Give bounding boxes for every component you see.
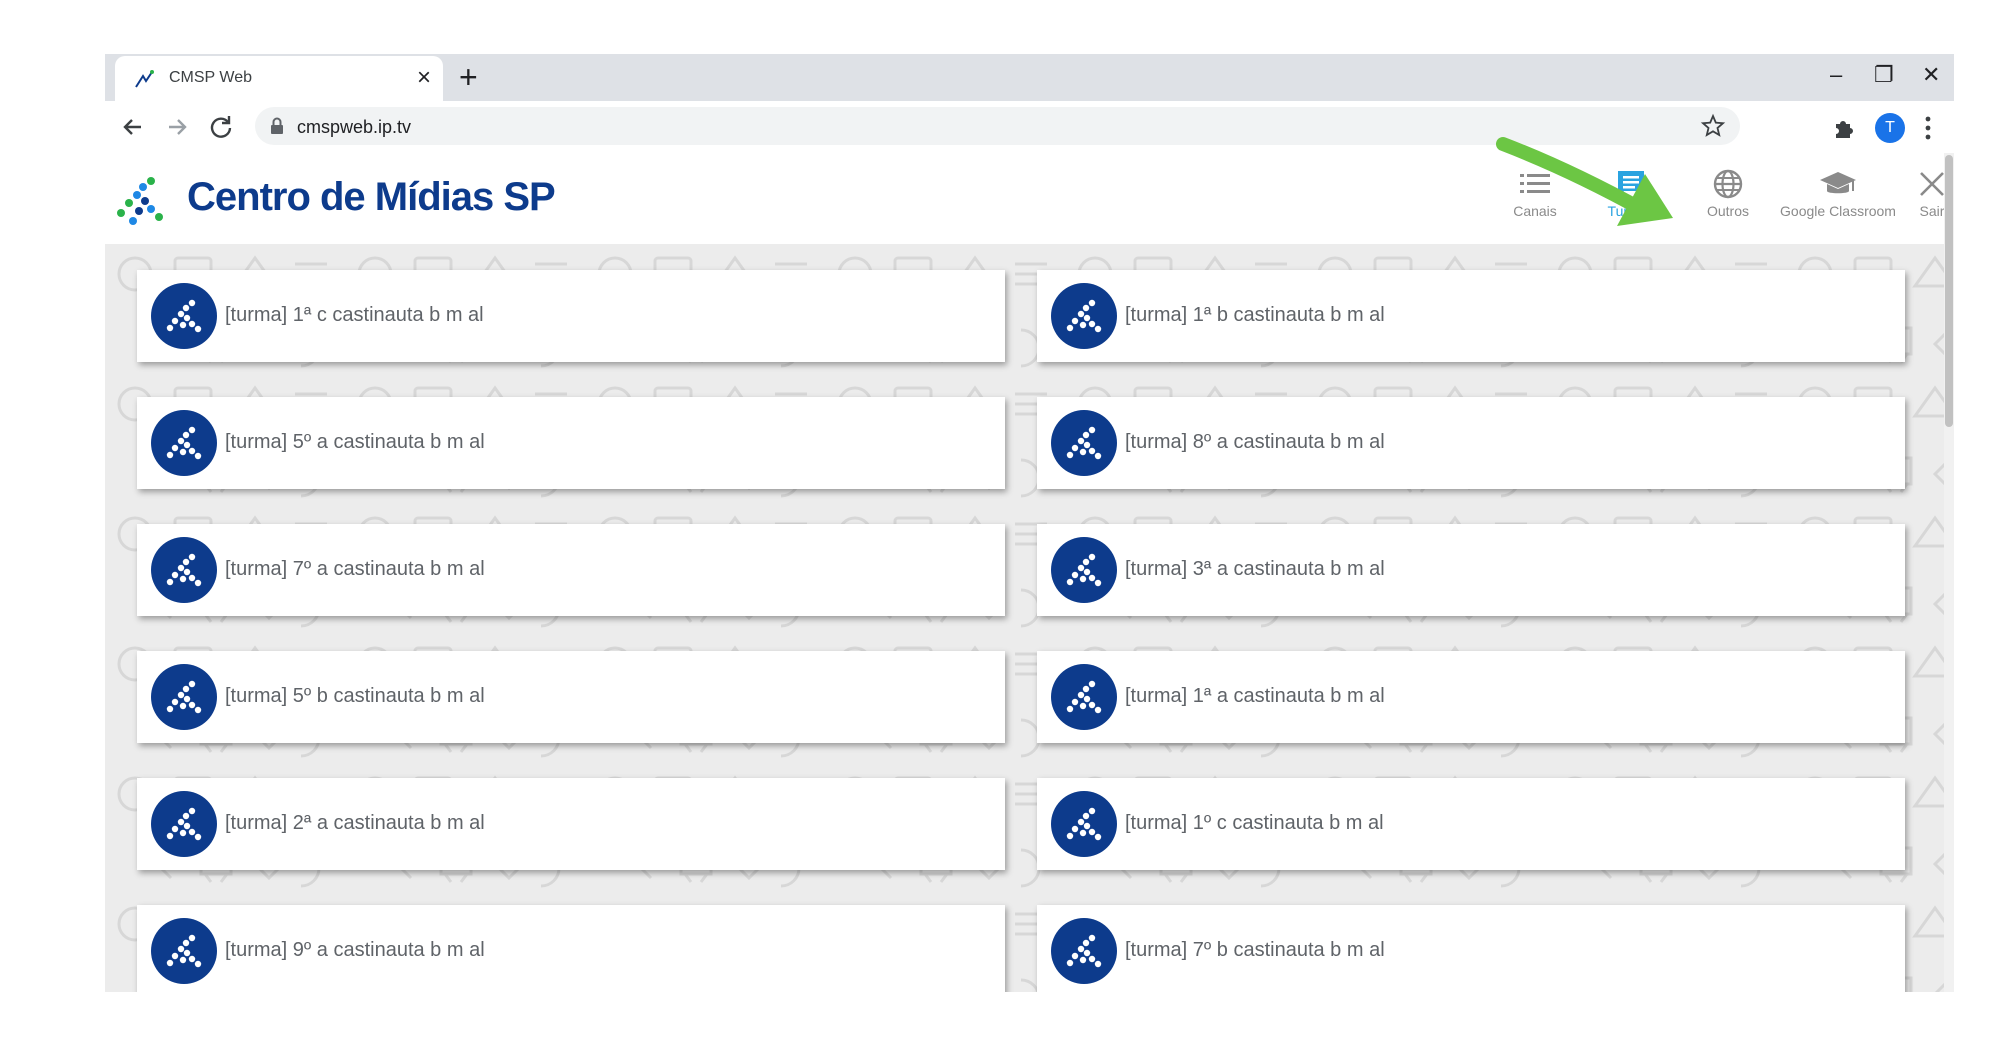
minimize-button[interactable]: – [1830, 60, 1842, 90]
class-card[interactable]: [turma] 1ª a castinauta b m al [1037, 651, 1905, 743]
class-name: [turma] 7º b castinauta b m al [1125, 939, 1385, 961]
reload-button[interactable] [205, 111, 237, 143]
class-avatar [1051, 664, 1117, 730]
scrollbar-thumb[interactable] [1945, 155, 1953, 427]
graduation-cap-icon [1820, 172, 1856, 194]
class-name: [turma] 5º a castinauta b m al [225, 431, 485, 453]
class-avatar [1051, 918, 1117, 984]
lock-icon [271, 117, 283, 134]
profile-avatar[interactable]: T [1875, 113, 1905, 143]
globe-icon [1713, 169, 1743, 199]
class-avatar [151, 537, 217, 603]
back-button[interactable] [117, 111, 149, 143]
restore-button[interactable]: ❐ [1874, 60, 1894, 90]
annotation-arrow-icon [1496, 137, 1673, 226]
class-name: [turma] 9º a castinauta b m al [225, 939, 485, 961]
cmsp-logo-icon [1066, 807, 1102, 841]
class-name: [turma] 2ª a castinauta b m al [225, 812, 485, 834]
forward-button[interactable] [161, 111, 193, 143]
class-name: [turma] 1ª c castinauta b m al [225, 304, 484, 326]
cmsp-logo-icon [1066, 934, 1102, 968]
class-avatar [1051, 410, 1117, 476]
class-avatar [151, 283, 217, 349]
cmsp-logo-icon [1066, 426, 1102, 460]
site-brand[interactable]: Centro de Mídias SP [187, 175, 556, 220]
class-card[interactable]: [turma] 8º a castinauta b m al [1037, 397, 1905, 489]
class-name: [turma] 8º a castinauta b m al [1125, 431, 1385, 453]
class-card[interactable]: [turma] 1º c castinauta b m al [1037, 778, 1905, 870]
cmsp-logo-icon [1066, 553, 1102, 587]
browser-menu-icon[interactable] [1925, 115, 1931, 141]
cmsp-logo-icon [166, 426, 202, 460]
cmsp-logo-icon [166, 680, 202, 714]
cmsp-logo-icon [166, 934, 202, 968]
tab-close-icon[interactable]: × [417, 64, 431, 92]
class-card[interactable]: [turma] 5º a castinauta b m al [137, 397, 1005, 489]
class-avatar [1051, 283, 1117, 349]
class-name: [turma] 7º a castinauta b m al [225, 558, 485, 580]
class-avatar [151, 664, 217, 730]
new-tab-button[interactable]: + [459, 58, 478, 96]
class-card[interactable]: [turma] 1ª b castinauta b m al [1037, 270, 1905, 362]
extensions-puzzle-icon[interactable] [1831, 115, 1857, 141]
classes-list[interactable]: [turma] 1ª c castinauta b m al [turma] 1… [105, 244, 1954, 992]
tab-title: CMSP Web [169, 69, 252, 86]
class-name: [turma] 5º b castinauta b m al [225, 685, 485, 707]
class-card[interactable]: [turma] 7º a castinauta b m al [137, 524, 1005, 616]
window-close-button[interactable]: ✕ [1922, 60, 1940, 90]
class-avatar [151, 791, 217, 857]
cmsp-logo-icon [166, 299, 202, 333]
class-avatar [151, 410, 217, 476]
class-avatar [1051, 791, 1117, 857]
close-icon [1920, 172, 1944, 196]
nav-google-classroom[interactable]: Google Classroom [1768, 169, 1908, 219]
class-avatar [1051, 537, 1117, 603]
class-avatar [151, 918, 217, 984]
class-name: [turma] 1ª b castinauta b m al [1125, 304, 1385, 326]
class-card[interactable]: [turma] 5º b castinauta b m al [137, 651, 1005, 743]
class-name: [turma] 1º c castinauta b m al [1125, 812, 1384, 834]
class-name: [turma] 3ª a castinauta b m al [1125, 558, 1385, 580]
cmsp-logo-icon [1066, 680, 1102, 714]
browser-window: CMSP Web × + – ❐ ✕ cmspweb.ip.tv T Centr… [105, 54, 1954, 992]
browser-tab[interactable]: CMSP Web × [115, 56, 443, 101]
cmsp-favicon-icon [135, 70, 154, 88]
page-scrollbar[interactable] [1944, 153, 1954, 992]
class-card[interactable]: [turma] 2ª a castinauta b m al [137, 778, 1005, 870]
cmsp-logo-icon [166, 807, 202, 841]
cmsp-logo-icon [1066, 299, 1102, 333]
class-card[interactable]: [turma] 9º a castinauta b m al [137, 905, 1005, 992]
tab-strip: CMSP Web × + – ❐ ✕ [105, 54, 1954, 101]
class-card[interactable]: [turma] 1ª c castinauta b m al [137, 270, 1005, 362]
class-name: [turma] 1ª a castinauta b m al [1125, 685, 1385, 707]
nav-label: Google Classroom [1780, 203, 1896, 219]
class-card[interactable]: [turma] 3ª a castinauta b m al [1037, 524, 1905, 616]
cmsp-logo-icon[interactable] [115, 175, 167, 227]
url-text: cmspweb.ip.tv [297, 117, 412, 137]
class-card[interactable]: [turma] 7º b castinauta b m al [1037, 905, 1905, 992]
cmsp-logo-icon [166, 553, 202, 587]
